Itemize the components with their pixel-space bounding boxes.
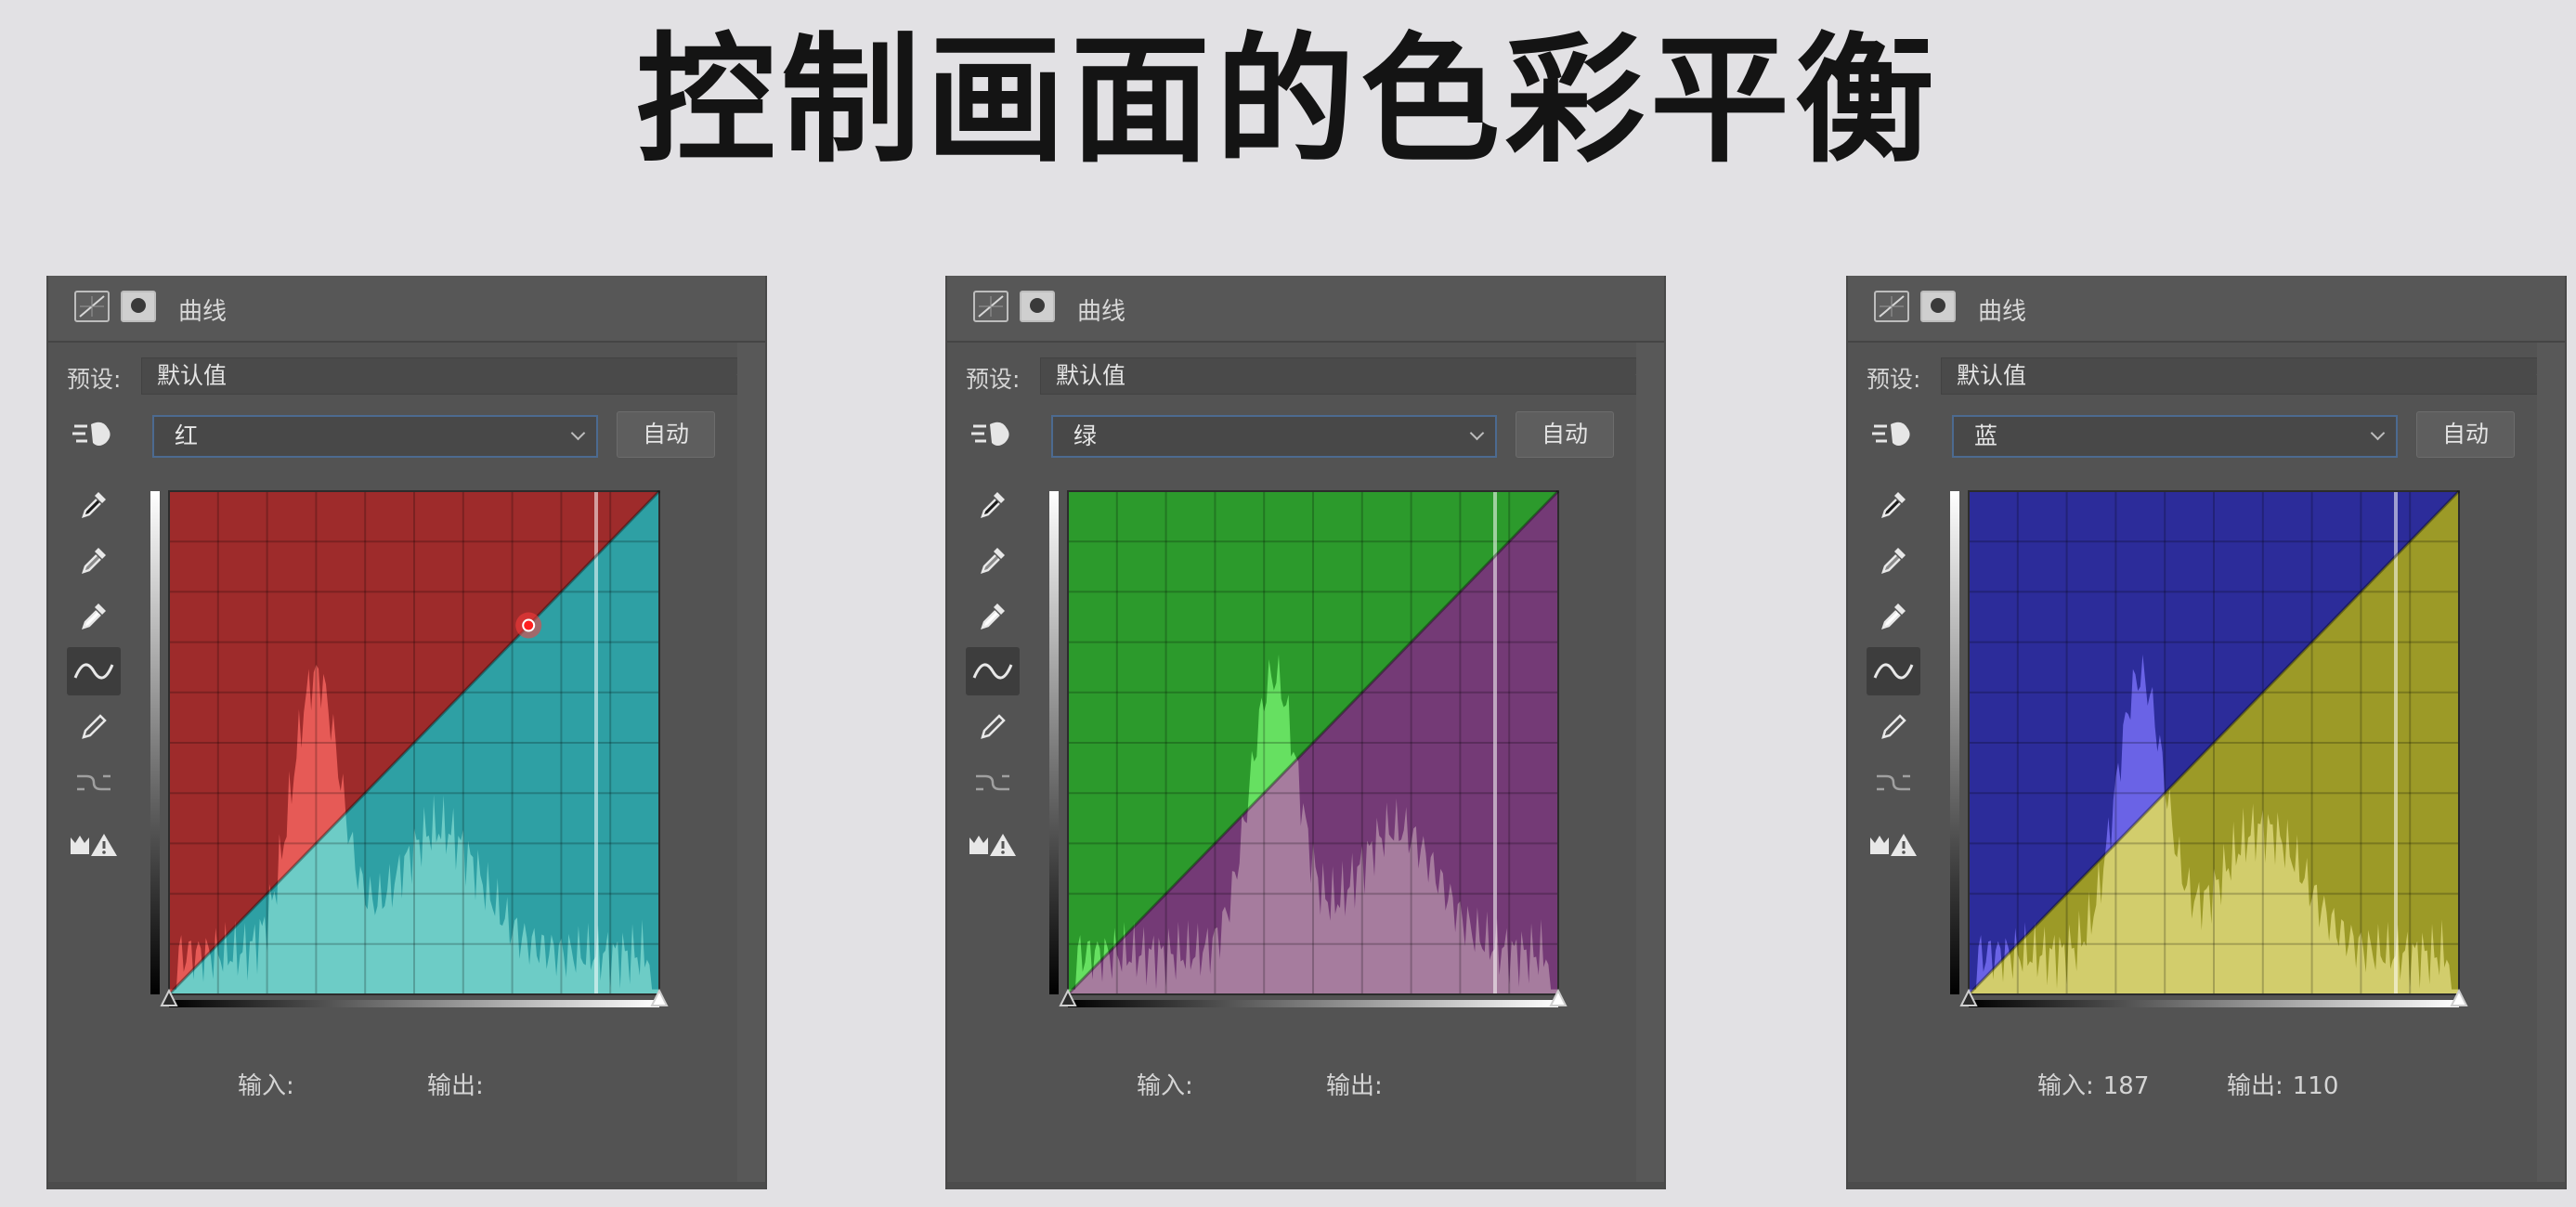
curves-panel-green: 曲线 预设: 默认值 绿 自动 输入: 输出:: [945, 276, 1666, 1189]
gray-point-eyedropper-icon[interactable]: [67, 536, 121, 584]
curves-adjustment-icon[interactable]: [74, 291, 110, 322]
smooth-curve-icon[interactable]: [67, 759, 121, 807]
preset-value: 默认值: [1957, 362, 2027, 389]
highlight-marker: [1493, 491, 1497, 994]
panel-title: 曲线: [178, 298, 228, 326]
output-readout: 输出:: [1326, 1072, 1383, 1100]
panel-footer: [1848, 1182, 2565, 1189]
preset-label: 预设:: [966, 366, 1021, 393]
channel-dropdown[interactable]: 红: [152, 415, 598, 458]
clipping-warning-icon[interactable]: [67, 820, 121, 868]
preset-value: 默认值: [1056, 362, 1126, 389]
input-gradient-bar: [169, 1000, 659, 1007]
preset-dropdown[interactable]: 默认值: [1941, 357, 2563, 395]
preset-dropdown[interactable]: 默认值: [141, 357, 763, 395]
curve-edit-points-icon[interactable]: [966, 647, 1020, 695]
pencil-icon[interactable]: [1867, 703, 1920, 751]
output-value: 110: [2292, 1072, 2339, 1100]
input-readout: 输入:: [1137, 1072, 1193, 1100]
panel-footer: [947, 1182, 1664, 1189]
input-gradient-bar: [1969, 1000, 2459, 1007]
panel-header: 曲线: [947, 276, 1664, 343]
page-title: 控制画面的色彩平衡: [635, 19, 1940, 182]
chevron-down-icon: [2370, 425, 2386, 441]
curves-adjustment-icon[interactable]: [973, 291, 1008, 322]
gray-point-eyedropper-icon[interactable]: [1867, 536, 1920, 584]
channel-value: 蓝: [1974, 422, 1998, 449]
on-image-adjust-hand-icon[interactable]: [969, 415, 1014, 452]
panel-scrollbar[interactable]: [737, 343, 765, 1182]
preset-dropdown[interactable]: 默认值: [1040, 357, 1662, 395]
curves-panel-red: 曲线 预设: 默认值 红 自动 输入: 输出:: [46, 276, 767, 1189]
black-point-eyedropper-icon[interactable]: [966, 480, 1020, 528]
highlight-marker: [594, 491, 598, 994]
panel-title: 曲线: [1077, 298, 1126, 326]
on-image-adjust-hand-icon[interactable]: [71, 415, 115, 452]
highlight-marker: [2394, 491, 2398, 994]
preset-label: 预设:: [67, 366, 122, 393]
gray-point-eyedropper-icon[interactable]: [966, 536, 1020, 584]
input-gradient-bar: [1068, 1000, 1558, 1007]
smooth-curve-icon[interactable]: [1867, 759, 1920, 807]
channel-value: 绿: [1073, 422, 1098, 449]
curves-graph[interactable]: [150, 482, 674, 1009]
preset-label: 预设:: [1867, 366, 1921, 393]
curves-graph-svg: [1950, 489, 2468, 1007]
white-point-eyedropper-icon[interactable]: [1867, 591, 1920, 640]
auto-button[interactable]: 自动: [617, 411, 715, 458]
input-readout: 输入:: [238, 1072, 294, 1100]
black-point-eyedropper-icon[interactable]: [67, 480, 121, 528]
output-readout: 输出:: [427, 1072, 484, 1100]
channel-dropdown[interactable]: 绿: [1051, 415, 1497, 458]
chevron-down-icon: [1469, 425, 1485, 441]
curve-edit-points-icon[interactable]: [67, 647, 121, 695]
panel-footer: [48, 1182, 765, 1189]
input-value: 187: [2102, 1072, 2150, 1100]
input-readout: 输入: 187: [2037, 1072, 2150, 1100]
smooth-curve-icon[interactable]: [966, 759, 1020, 807]
curves-graph[interactable]: [1950, 482, 2474, 1009]
layer-mask-icon[interactable]: [121, 291, 156, 322]
clipping-warning-icon[interactable]: [1867, 820, 1920, 868]
curves-graph-svg: [150, 489, 669, 1007]
curves-panel-blue: 曲线 预设: 默认值 蓝 自动 输入: 187 输出: 110: [1846, 276, 2567, 1189]
channel-value: 红: [175, 422, 199, 449]
curves-graph[interactable]: [1049, 482, 1573, 1009]
curves-graph-svg: [1049, 489, 1568, 1007]
preset-value: 默认值: [157, 362, 228, 389]
curves-adjustment-icon[interactable]: [1874, 291, 1909, 322]
output-gradient-bar: [1950, 491, 1959, 994]
panel-header: 曲线: [48, 276, 765, 343]
on-image-adjust-hand-icon[interactable]: [1870, 415, 1915, 452]
white-point-eyedropper-icon[interactable]: [966, 591, 1020, 640]
auto-button[interactable]: 自动: [2416, 411, 2515, 458]
panel-scrollbar[interactable]: [1636, 343, 1664, 1182]
panel-header: 曲线: [1848, 276, 2565, 343]
chevron-down-icon: [570, 425, 586, 441]
curve-edit-points-icon[interactable]: [1867, 647, 1920, 695]
white-point-eyedropper-icon[interactable]: [67, 591, 121, 640]
black-point-eyedropper-icon[interactable]: [1867, 480, 1920, 528]
layer-mask-icon[interactable]: [1020, 291, 1055, 322]
panel-title: 曲线: [1978, 298, 2027, 326]
output-readout: 输出: 110: [2227, 1072, 2339, 1100]
output-gradient-bar: [1049, 491, 1059, 994]
pencil-icon[interactable]: [966, 703, 1020, 751]
panel-scrollbar[interactable]: [2537, 343, 2565, 1182]
channel-dropdown[interactable]: 蓝: [1952, 415, 2398, 458]
output-gradient-bar: [150, 491, 160, 994]
clipping-warning-icon[interactable]: [966, 820, 1020, 868]
layer-mask-icon[interactable]: [1920, 291, 1956, 322]
auto-button[interactable]: 自动: [1516, 411, 1614, 458]
pencil-icon[interactable]: [67, 703, 121, 751]
